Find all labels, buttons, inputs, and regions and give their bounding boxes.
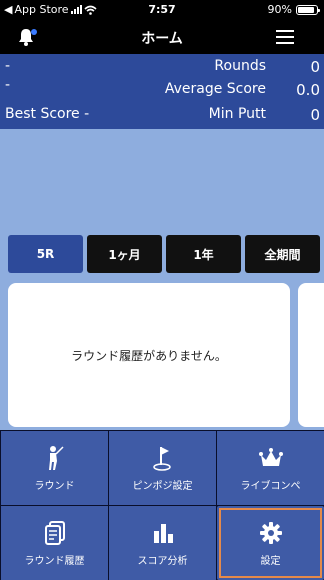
- menu-settings-label: 設定: [260, 555, 281, 567]
- average-score-label: Average Score: [164, 81, 266, 97]
- pin-flag-icon: [150, 445, 176, 471]
- menu-round-button[interactable]: ラウンド: [1, 431, 108, 505]
- crown-icon: [258, 445, 284, 471]
- menu-live-competition-label: ライブコンペ: [240, 480, 301, 492]
- status-bar: ◀ App Store 7:57 90%: [0, 0, 324, 20]
- period-tabs: 5R 1ヶ月 1年 全期間: [8, 235, 320, 273]
- menu-score-analysis-label: スコア分析: [137, 555, 188, 567]
- gear-icon: [258, 520, 284, 546]
- menu-pin-position-button[interactable]: ピンポジ設定: [109, 431, 216, 505]
- score-graph-area: 5R 1ヶ月 1年 全期間: [0, 129, 324, 280]
- best-score-label: Best Score -: [5, 106, 90, 122]
- menu-settings-button[interactable]: 設定: [217, 506, 324, 580]
- tab-1-month[interactable]: 1ヶ月: [87, 235, 162, 273]
- hamburger-menu-icon[interactable]: [276, 30, 294, 44]
- main-menu-grid: ラウンド ピンポジ設定 ライブコンペ ラウンド履歴 スコア分析 設定: [0, 430, 324, 580]
- average-score-value: 0.0: [296, 81, 320, 99]
- round-history-carousel[interactable]: ラウンド履歴がありません。: [0, 280, 324, 430]
- golfer-icon: [42, 445, 68, 471]
- menu-round-history-label: ラウンド履歴: [24, 555, 85, 567]
- min-putt-value: 0: [310, 106, 320, 124]
- menu-live-competition-button[interactable]: ライブコンペ: [217, 431, 324, 505]
- nav-bar: ホーム: [0, 20, 324, 54]
- bar-chart-icon: [150, 520, 176, 546]
- menu-round-label: ラウンド: [34, 480, 75, 492]
- rounds-value: 0: [310, 58, 320, 76]
- tab-all-time[interactable]: 全期間: [245, 235, 320, 273]
- tab-5r[interactable]: 5R: [8, 235, 83, 273]
- stat-left-1: -: [5, 58, 11, 74]
- stats-panel: - Rounds 0 - Average Score 0.0 Best Scor…: [0, 54, 324, 129]
- empty-history-message: ラウンド履歴がありません。: [71, 348, 227, 363]
- battery-percent: 90%: [267, 3, 292, 16]
- tab-1-year[interactable]: 1年: [166, 235, 241, 273]
- menu-score-analysis-button[interactable]: スコア分析: [109, 506, 216, 580]
- scorecards-icon: [42, 520, 68, 546]
- battery-icon: [296, 4, 320, 15]
- menu-pin-position-label: ピンポジ設定: [132, 480, 193, 492]
- menu-round-history-button[interactable]: ラウンド履歴: [1, 506, 108, 580]
- rounds-label: Rounds: [214, 58, 266, 74]
- stat-left-2: -: [5, 77, 11, 93]
- min-putt-label: Min Putt: [208, 106, 266, 122]
- next-card-peek[interactable]: [298, 283, 324, 427]
- round-history-card[interactable]: ラウンド履歴がありません。: [8, 283, 290, 427]
